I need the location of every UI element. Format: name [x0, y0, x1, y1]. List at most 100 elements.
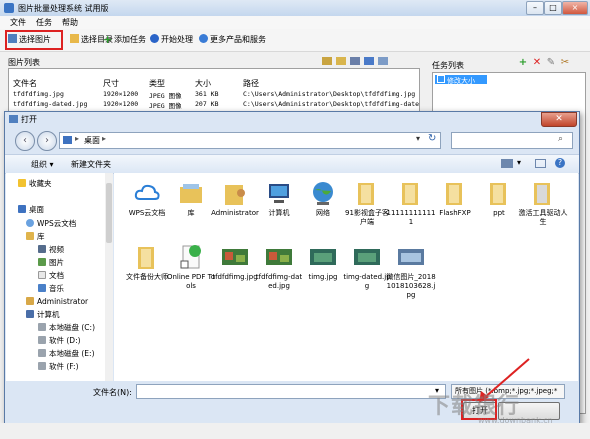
close-button[interactable]: ×	[562, 1, 588, 15]
dialog-title: 打开	[21, 115, 37, 124]
open-file-dialog: 打开 ✕ ‹ › ▸ 桌面 ▸ ▾ ↻ ⌕ 组织 ▾ 新建文件夹 ▾ ? 收藏夹…	[4, 111, 580, 425]
folder-open-icon[interactable]	[322, 57, 332, 65]
file-item[interactable]: ppt	[474, 179, 524, 218]
file-item[interactable]: 91影视盒子客户端	[342, 179, 392, 227]
nav-disk-c[interactable]: 本地磁盘 (C:)	[38, 323, 95, 333]
file-item[interactable]: timg-dated.jpg	[342, 243, 392, 291]
nav-disk-e[interactable]: 本地磁盘 (E:)	[38, 349, 95, 359]
tool-icon[interactable]: ✂	[560, 58, 570, 68]
video-icon	[38, 245, 46, 253]
add-icon[interactable]: +	[518, 58, 528, 68]
task-item[interactable]: 修改大小	[435, 75, 487, 85]
add-task-button[interactable]: + 添加任务	[103, 33, 146, 47]
file-item[interactable]: tfdfdfimg.jpg	[210, 243, 260, 282]
search-icon: ⌕	[558, 134, 564, 144]
chevron-down-icon[interactable]: ▾	[517, 158, 521, 167]
file-item-label: 文件备份大师	[126, 273, 168, 281]
refresh-icon[interactable]: ↻	[428, 133, 436, 144]
nav-video-label: 视频	[49, 245, 64, 254]
nav-documents[interactable]: 文档	[38, 271, 64, 281]
nav-administrator[interactable]: Administrator	[26, 297, 88, 307]
column-filename[interactable]: 文件名	[13, 78, 37, 89]
new-folder-button[interactable]: 新建文件夹	[71, 159, 111, 170]
file-item[interactable]: timg.jpg	[298, 243, 348, 282]
nav-computer[interactable]: 计算机	[26, 310, 60, 320]
start-processing-button[interactable]: 开始处理	[150, 33, 193, 47]
toolbar: 选择图片 选择目录 + 添加任务 开始处理 更多产品和服务	[0, 29, 590, 52]
nav-scrollbar[interactable]	[105, 173, 113, 381]
nav-video[interactable]: 视频	[38, 245, 64, 255]
file-item[interactable]: tfdfdfimg-dated.jpg	[254, 243, 304, 291]
menu-help[interactable]: 帮助	[62, 17, 78, 28]
help-icon[interactable]: ?	[555, 158, 565, 168]
file-item[interactable]: Administrator	[210, 179, 260, 218]
file-item[interactable]: 库	[166, 179, 216, 218]
file-item[interactable]: WPS云文档	[122, 179, 172, 218]
maximize-button[interactable]: □	[544, 1, 562, 15]
minimize-button[interactable]: –	[526, 1, 544, 15]
file-item-label: 91影视盒子客户端	[345, 209, 389, 226]
edit-icon[interactable]: ✎	[546, 58, 556, 68]
file-item-label: 库	[187, 209, 195, 217]
task-checkbox[interactable]	[437, 75, 445, 83]
forward-arrow-icon[interactable]: ›	[37, 131, 57, 151]
delete-icon[interactable]: ✕	[532, 58, 542, 68]
breadcrumb-arrow-icon[interactable]: ▸	[75, 134, 79, 143]
more-products-button[interactable]: 更多产品和服务	[199, 33, 266, 47]
menu-task[interactable]: 任务	[36, 17, 52, 28]
image-icon[interactable]	[350, 57, 360, 65]
file-item[interactable]: 微信图片_20181018103628.jpg	[386, 243, 436, 300]
preview-pane-icon[interactable]	[535, 159, 546, 168]
cell-size: 1920×1200	[103, 90, 139, 98]
back-arrow-icon[interactable]: ‹	[15, 131, 35, 151]
column-filesize[interactable]: 大小	[195, 78, 211, 89]
library-icon	[26, 232, 34, 240]
trash-icon[interactable]	[364, 57, 374, 65]
nav-scrollbar-thumb[interactable]	[106, 183, 112, 243]
nav-desktop[interactable]: 桌面	[18, 205, 44, 215]
filename-input[interactable]: ▾	[136, 384, 446, 399]
disk-icon	[38, 349, 46, 357]
file-item[interactable]: Online PDF Tools	[166, 243, 216, 291]
nav-library-label: 库	[37, 232, 45, 241]
file-item[interactable]: 计算机	[254, 179, 304, 218]
column-size[interactable]: 尺寸	[103, 78, 119, 89]
breadcrumb-arrow-icon[interactable]: ▸	[102, 134, 106, 143]
computer-icon	[269, 184, 289, 203]
nav-library[interactable]: 库	[26, 232, 45, 242]
file-view[interactable]: WPS云文档 库 Administrator 计算机 网络 91影视盒子客户端 …	[114, 173, 578, 381]
nav-disk-d-label: 软件 (D:)	[49, 336, 81, 345]
nav-favorites[interactable]: 收藏夹	[18, 179, 52, 189]
menubar: 文件 任务 帮助	[0, 16, 590, 29]
clear-icon[interactable]	[378, 57, 388, 65]
folder-icon	[490, 183, 506, 205]
dialog-close-button[interactable]: ✕	[541, 112, 577, 127]
file-item[interactable]: FlashFXP	[430, 179, 480, 218]
menu-file[interactable]: 文件	[10, 17, 26, 28]
folder-icon	[70, 34, 79, 43]
user-folder-icon	[26, 297, 34, 305]
folder-icon[interactable]	[336, 57, 346, 65]
disk-icon	[38, 362, 46, 370]
nav-wps[interactable]: WPS云文档	[26, 219, 76, 229]
file-item[interactable]: 网络	[298, 179, 348, 218]
dialog-titlebar: 打开 ✕	[5, 112, 579, 127]
nav-disk-d[interactable]: 软件 (D:)	[38, 336, 81, 346]
chevron-down-icon[interactable]: ▾	[416, 134, 420, 143]
organize-button[interactable]: 组织 ▾	[31, 159, 54, 170]
column-type[interactable]: 类型	[149, 78, 165, 89]
file-item[interactable]: 激活工具驱动人生	[518, 179, 568, 227]
file-item-label: tfdfdfimg-dated.jpg	[255, 273, 303, 290]
column-path[interactable]: 路径	[243, 78, 259, 89]
address-bar[interactable]: ▸ 桌面 ▸ ▾ ↻	[59, 132, 441, 149]
nav-music[interactable]: 音乐	[38, 284, 64, 294]
task-item-label: 修改大小	[447, 77, 475, 85]
file-item[interactable]: 文件备份大师	[122, 243, 172, 282]
address-location[interactable]: 桌面	[84, 135, 100, 146]
view-options-icon[interactable]	[501, 159, 513, 168]
nav-disk-f[interactable]: 软件 (F:)	[38, 362, 79, 372]
nav-pictures[interactable]: 图片	[38, 258, 64, 268]
nav-wps-label: WPS云文档	[37, 219, 77, 228]
file-item[interactable]: 111111111111	[386, 179, 436, 227]
search-input[interactable]: ⌕	[451, 132, 573, 149]
